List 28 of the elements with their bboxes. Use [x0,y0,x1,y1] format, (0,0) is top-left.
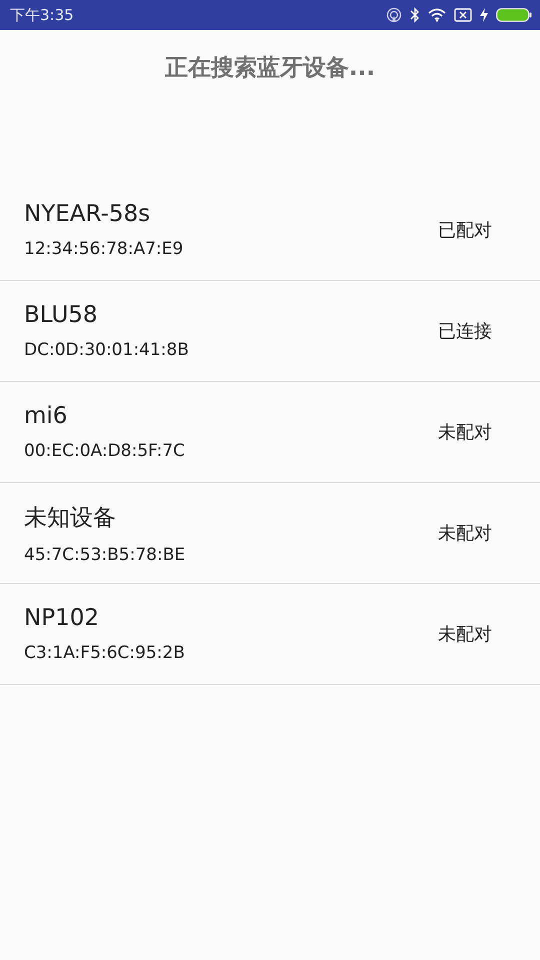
device-address: C3:1A:F5:6C:95:2B [24,643,185,663]
device-address: 45:7C:53:B5:78:BE [24,544,186,564]
no-sim-icon [454,8,472,22]
bluetooth-icon [410,7,420,23]
device-name: NP102 [24,605,100,631]
pairing-status: 未配对 [438,522,492,545]
pairing-status: 已连接 [438,320,492,343]
device-address: 00:EC:0A:D8:5F:7C [24,441,185,461]
pairing-status: 已配对 [438,219,492,242]
charging-icon [480,8,488,22]
device-address: DC:0D:30:01:41:8B [24,340,189,360]
device-item[interactable]: NP102 C3:1A:F5:6C:95:2B 未配对 [0,584,540,685]
device-name: BLU58 [24,302,99,328]
device-name: NYEAR-58s [24,201,152,227]
device-item[interactable]: BLU58 DC:0D:30:01:41:8B 已连接 [0,281,540,382]
battery-icon [496,8,532,22]
device-name: mi6 [24,403,68,429]
scanning-title: 正在搜索蓝牙设备... [164,54,376,83]
device-item[interactable]: NYEAR-58s 12:34:56:78:A7:E9 已配对 [0,180,540,281]
device-item[interactable]: mi6 00:EC:0A:D8:5F:7C 未配对 [0,382,540,483]
device-address: 12:34:56:78:A7:E9 [24,239,184,259]
wifi-icon [428,8,446,22]
hotspot-icon [386,7,402,23]
pairing-status: 未配对 [438,623,492,646]
device-name: 未知设备 [24,504,117,532]
clock-time: 下午3:35 [10,6,74,24]
device-item[interactable]: 未知设备 45:7C:53:B5:78:BE 未配对 [0,483,540,584]
pairing-status: 未配对 [438,421,492,444]
